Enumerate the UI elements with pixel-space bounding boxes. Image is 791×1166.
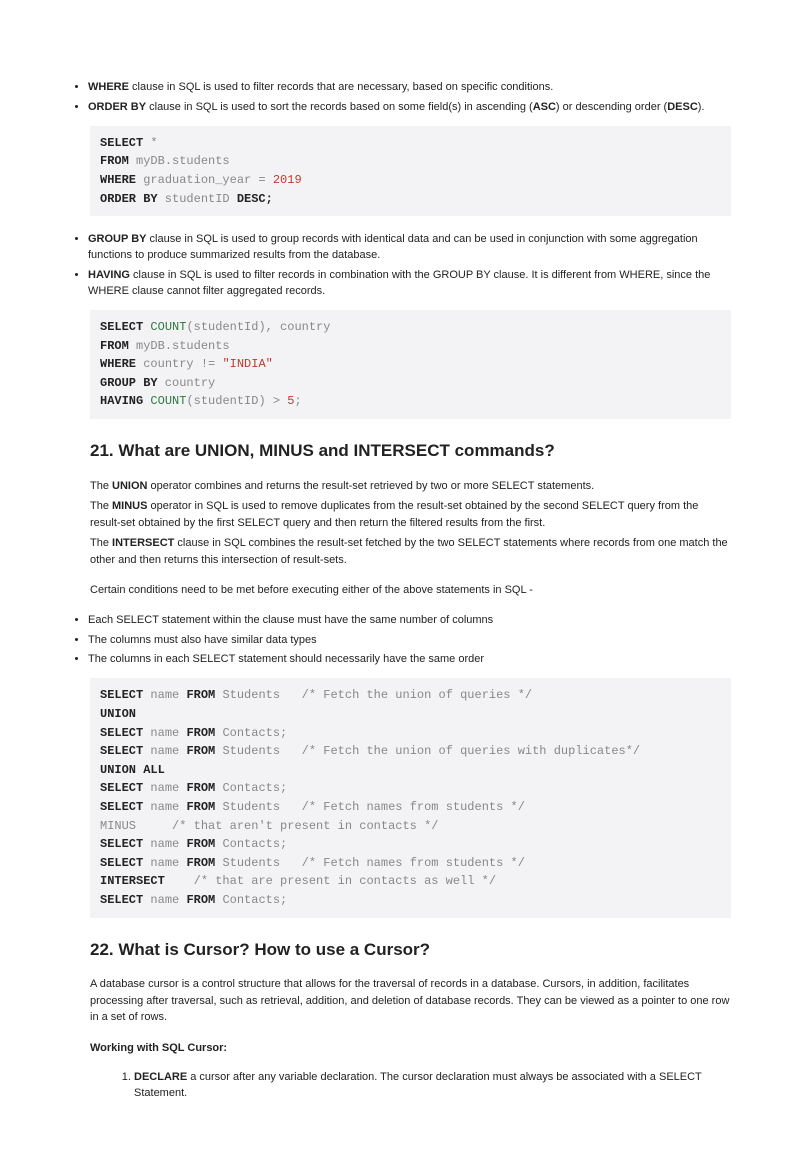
orderby-text2: ) or descending order ( bbox=[556, 101, 667, 113]
cond-1: Each SELECT statement within the clause … bbox=[88, 613, 731, 629]
q21-intersect-para: The INTERSECT clause in SQL combines the… bbox=[90, 535, 731, 568]
where-bullet: WHERE clause in SQL is used to filter re… bbox=[88, 80, 731, 96]
having-text: clause in SQL is used to filter records … bbox=[88, 269, 710, 297]
q21-conditions-intro: Certain conditions need to be met before… bbox=[90, 582, 731, 599]
having-bullet: HAVING clause in SQL is used to filter r… bbox=[88, 268, 731, 300]
code-groupby-having: SELECT COUNT(studentId), country FROM my… bbox=[90, 310, 731, 419]
where-text: clause in SQL is used to filter records … bbox=[129, 81, 553, 93]
q22-title: 22. What is Cursor? How to use a Cursor? bbox=[90, 938, 731, 963]
code-union-minus-intersect: SELECT name FROM Students /* Fetch the u… bbox=[90, 678, 731, 917]
q22-step-1: DECLARE a cursor after any variable decl… bbox=[134, 1070, 731, 1102]
having-keyword: HAVING bbox=[88, 269, 130, 281]
cond-3: The columns in each SELECT statement sho… bbox=[88, 652, 731, 668]
where-keyword: WHERE bbox=[88, 81, 129, 93]
groupby-bullet: GROUP BY clause in SQL is used to group … bbox=[88, 232, 731, 264]
orderby-keyword: ORDER BY bbox=[88, 101, 146, 113]
orderby-text3: ). bbox=[698, 101, 705, 113]
desc-keyword: DESC bbox=[667, 101, 698, 113]
cond-2: The columns must also have similar data … bbox=[88, 633, 731, 649]
groupby-having-list: GROUP BY clause in SQL is used to group … bbox=[60, 232, 731, 300]
q21-minus-para: The MINUS operator in SQL is used to rem… bbox=[90, 498, 731, 531]
declare-keyword: DECLARE bbox=[134, 1071, 187, 1083]
q21-conditions-list: Each SELECT statement within the clause … bbox=[60, 613, 731, 669]
q22-steps-list: DECLARE a cursor after any variable decl… bbox=[110, 1070, 731, 1102]
q22-working-heading: Working with SQL Cursor: bbox=[90, 1040, 731, 1057]
asc-keyword: ASC bbox=[533, 101, 556, 113]
declare-text: a cursor after any variable declaration.… bbox=[134, 1071, 702, 1099]
groupby-text: clause in SQL is used to group records w… bbox=[88, 233, 698, 261]
where-orderby-list: WHERE clause in SQL is used to filter re… bbox=[60, 80, 731, 116]
orderby-text1: clause in SQL is used to sort the record… bbox=[146, 101, 533, 113]
code-select-orderby: SELECT * FROM myDB.students WHERE gradua… bbox=[90, 126, 731, 216]
groupby-keyword: GROUP BY bbox=[88, 233, 146, 245]
q21-title: 21. What are UNION, MINUS and INTERSECT … bbox=[90, 439, 731, 464]
orderby-bullet: ORDER BY clause in SQL is used to sort t… bbox=[88, 100, 731, 116]
q22-intro: A database cursor is a control structure… bbox=[90, 976, 731, 1026]
q21-union-para: The UNION operator combines and returns … bbox=[90, 478, 731, 495]
